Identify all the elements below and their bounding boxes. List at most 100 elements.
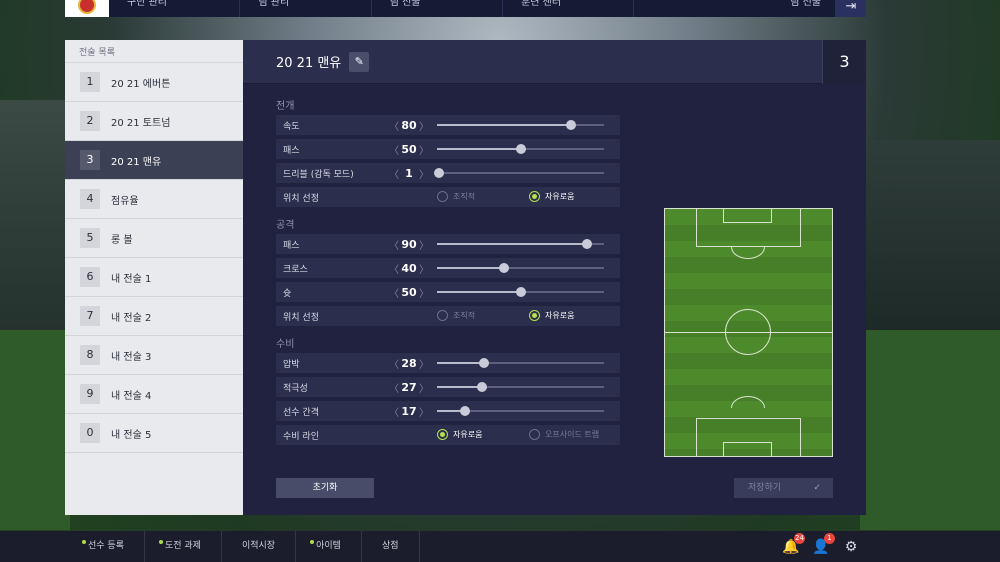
setting-build-pass: 패스 〈 50 〉: [276, 139, 620, 159]
slider-knob[interactable]: [515, 144, 526, 154]
reset-button[interactable]: 초기화: [276, 478, 374, 498]
bottom-item-shop[interactable]: 상점: [362, 531, 420, 562]
club-logo[interactable]: [65, 0, 109, 17]
radio-free-selected[interactable]: 자유로움: [529, 310, 574, 321]
slider-knob[interactable]: [515, 287, 526, 297]
slider[interactable]: [433, 168, 604, 178]
bottom-item-player-registration[interactable]: 선수 등록: [68, 531, 145, 562]
center-circle: [725, 309, 771, 355]
radio-organized[interactable]: 조직적: [437, 191, 475, 202]
chevron-left-icon[interactable]: 〈: [389, 356, 399, 371]
tab-training-center[interactable]: 훈련 센터: [503, 0, 635, 17]
slider[interactable]: [437, 120, 604, 130]
chevron-right-icon[interactable]: 〉: [419, 237, 429, 252]
tab-team-management[interactable]: 팀 관리: [240, 0, 372, 17]
setting-defense-line: 수비 라인 자유로움 오프사이드 트랩: [276, 425, 620, 445]
stepper: 〈 90 〉: [389, 237, 429, 252]
chevron-right-icon[interactable]: 〉: [419, 356, 429, 371]
slider-knob[interactable]: [460, 406, 471, 416]
chevron-right-icon[interactable]: 〉: [419, 118, 429, 133]
radio-free-selected[interactable]: 자유로움: [529, 191, 574, 202]
section-title-build: 전개: [276, 101, 295, 112]
section-title-defense: 수비: [276, 339, 295, 350]
setting-defense-aggression: 적극성 〈 27 〉: [276, 377, 620, 397]
chevron-down-icon: ✓: [813, 483, 821, 493]
radio-free-selected[interactable]: 자유로움: [437, 429, 482, 440]
slider[interactable]: [437, 263, 604, 273]
tactic-item-2[interactable]: 2 20 21 토트넘: [65, 102, 243, 141]
slider[interactable]: [437, 287, 604, 297]
radio-offside-trap[interactable]: 오프사이드 트랩: [529, 429, 599, 440]
radio-organized[interactable]: 조직적: [437, 310, 475, 321]
profile-icon[interactable]: 👤 1: [812, 533, 835, 556]
exit-icon[interactable]: ⇥: [835, 0, 866, 17]
tab-club-management[interactable]: 구단 관리: [109, 0, 241, 17]
slider[interactable]: [437, 358, 604, 368]
slider[interactable]: [437, 239, 604, 249]
tactic-item-1[interactable]: 1 20 21 에버튼: [65, 63, 243, 102]
stepper: 〈 80 〉: [389, 118, 429, 133]
chevron-right-icon[interactable]: 〉: [419, 142, 429, 157]
chevron-left-icon[interactable]: 〈: [389, 380, 399, 395]
chevron-right-icon[interactable]: 〉: [419, 404, 429, 419]
tactic-item-0[interactable]: 0내 전술 5: [65, 414, 243, 453]
setting-build-dribble: 드리블 (감독 모드) 〈 1 〉: [276, 163, 620, 183]
slider[interactable]: [437, 382, 604, 392]
radio-circle: [529, 310, 540, 321]
radio-circle: [437, 191, 448, 202]
bottom-icons: 🔔 24 👤 1 ⚙: [782, 533, 860, 556]
save-button[interactable]: 저장하기 ✓: [734, 478, 833, 498]
chevron-right-icon[interactable]: 〉: [419, 166, 429, 181]
pitch-diagram: [664, 208, 833, 457]
tactic-item-3-active[interactable]: 3 20 21 맨유: [65, 141, 243, 180]
bell-icon[interactable]: 🔔 24: [782, 533, 805, 556]
goal-box-bottom: [723, 442, 772, 456]
tactic-item-8[interactable]: 8내 전술 3: [65, 336, 243, 375]
tactic-item-9[interactable]: 9내 전술 4: [65, 375, 243, 414]
bottom-item-challenges[interactable]: 도전 과제: [145, 531, 222, 562]
chevron-left-icon[interactable]: 〈: [389, 166, 399, 181]
profile-badge: 1: [824, 533, 835, 544]
stepper: 〈 40 〉: [389, 261, 429, 276]
slider-knob[interactable]: [477, 382, 488, 392]
chevron-left-icon[interactable]: 〈: [389, 261, 399, 276]
tactic-settings: 전개 속도 〈 80 〉 패스 〈 50 〉 드리블 (감독 모드) 〈 1 〉 위치 선정…: [276, 98, 620, 449]
slider-knob[interactable]: [582, 239, 593, 249]
slider-knob[interactable]: [565, 120, 576, 130]
setting-defense-width: 선수 간격 〈 17 〉: [276, 401, 620, 421]
slider-knob[interactable]: [433, 168, 444, 178]
chevron-left-icon[interactable]: 〈: [389, 285, 399, 300]
slider[interactable]: [437, 406, 604, 416]
stepper: 〈 17 〉: [389, 404, 429, 419]
chevron-left-icon[interactable]: 〈: [389, 118, 399, 133]
tactic-title: 20 21 맨유: [276, 56, 342, 71]
slider[interactable]: [437, 144, 604, 154]
chevron-right-icon[interactable]: 〉: [419, 380, 429, 395]
tactic-number: 3: [822, 40, 866, 84]
setting-attack-shoot: 슛 〈 50 〉: [276, 282, 620, 302]
chevron-left-icon[interactable]: 〈: [389, 142, 399, 157]
slider-knob[interactable]: [478, 358, 489, 368]
new-dot-icon: [310, 540, 315, 544]
tactic-item-6[interactable]: 6내 전술 1: [65, 258, 243, 297]
top-navigation: 구단 관리 팀 관리 팀 전술 훈련 센터 팀 전술 ⇥: [65, 0, 866, 17]
chevron-right-icon[interactable]: 〉: [419, 285, 429, 300]
bottom-item-items[interactable]: 아이템: [296, 531, 362, 562]
bottom-item-transfer-market[interactable]: 이적시장: [222, 531, 297, 562]
new-dot-icon: [158, 540, 163, 544]
section-title-attack: 공격: [276, 220, 295, 231]
chevron-left-icon[interactable]: 〈: [389, 237, 399, 252]
edit-icon[interactable]: ✎: [349, 51, 370, 72]
stepper: 〈 1 〉: [389, 166, 429, 181]
tactic-item-5[interactable]: 5롱 볼: [65, 219, 243, 258]
chevron-left-icon[interactable]: 〈: [389, 404, 399, 419]
tab-team-tactics[interactable]: 팀 전술: [372, 0, 504, 17]
chevron-right-icon[interactable]: 〉: [419, 261, 429, 276]
tactic-item-7[interactable]: 7내 전술 2: [65, 297, 243, 336]
goal-box-top: [723, 209, 772, 223]
tactic-item-4[interactable]: 4 점유율: [65, 180, 243, 219]
gear-icon[interactable]: ⚙: [842, 538, 860, 556]
slider-knob[interactable]: [498, 263, 509, 273]
new-dot-icon: [82, 540, 86, 544]
notification-badge: 24: [794, 533, 805, 544]
